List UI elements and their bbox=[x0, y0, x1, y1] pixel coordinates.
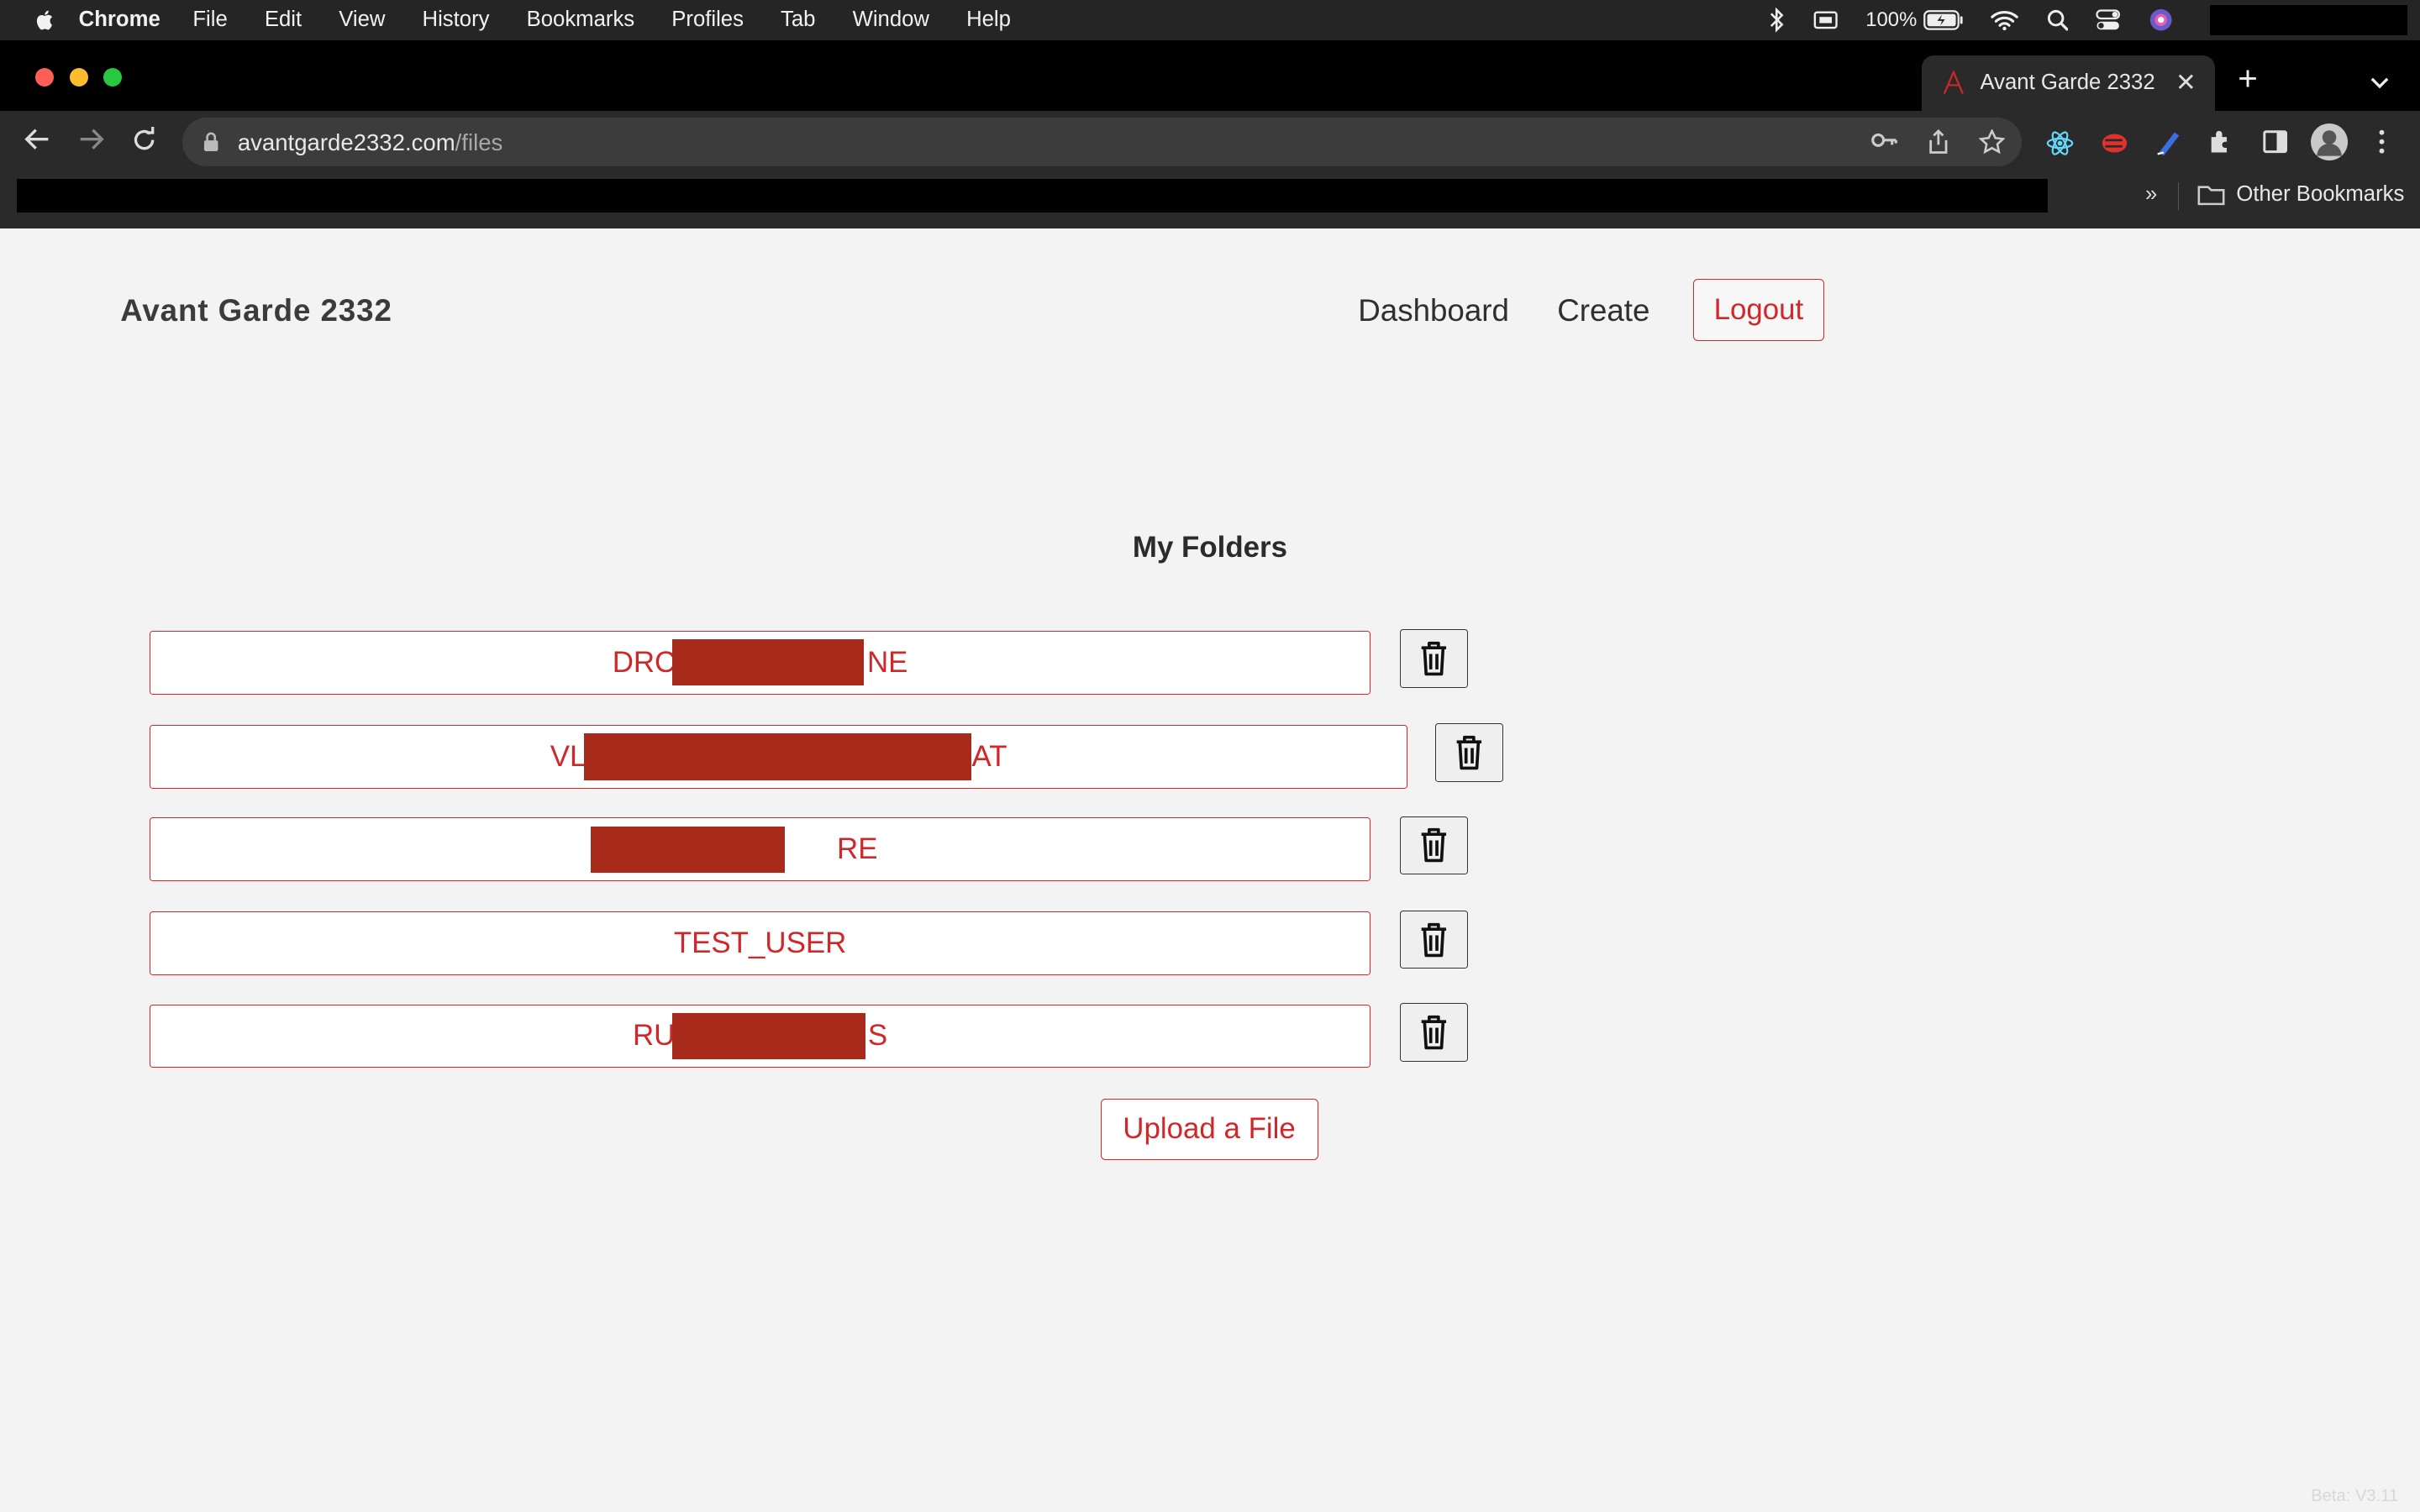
redacted-text bbox=[671, 639, 864, 686]
wifi-icon[interactable] bbox=[1991, 9, 2019, 31]
page-content: Avant Garde 2332 Dashboard Create Logout… bbox=[0, 228, 2420, 1512]
browser-tab-active[interactable]: Avant Garde 2332 ✕ bbox=[1921, 55, 2215, 112]
bookmarks-divider bbox=[2177, 181, 2180, 210]
profile-avatar[interactable] bbox=[2310, 123, 2348, 167]
menu-tab[interactable]: Tab bbox=[781, 8, 815, 32]
folder-label-suffix: S bbox=[867, 1019, 888, 1053]
menu-bookmarks[interactable]: Bookmarks bbox=[527, 8, 635, 32]
redacted-area bbox=[2210, 4, 2408, 36]
folders-heading: My Folders bbox=[1132, 530, 1288, 564]
trash-icon bbox=[1421, 922, 1446, 957]
back-arrow-icon[interactable] bbox=[24, 127, 51, 156]
redacted-text bbox=[671, 1012, 865, 1059]
delete-folder-button[interactable] bbox=[1435, 723, 1503, 783]
folder-label-suffix: RE bbox=[837, 832, 878, 866]
folder-label-suffix: NE bbox=[867, 645, 908, 679]
bookmarks-bar: » Other Bookmarks bbox=[0, 172, 2420, 228]
site-title[interactable]: Avant Garde 2332 bbox=[120, 293, 392, 328]
folder-label-prefix: DRC bbox=[612, 645, 676, 679]
redacted-bookmarks bbox=[17, 179, 2049, 213]
folder-label: TEST_USER bbox=[674, 927, 846, 960]
menu-help[interactable]: Help bbox=[966, 8, 1011, 32]
delete-folder-button[interactable] bbox=[1399, 816, 1468, 875]
nav-link-create[interactable]: Create bbox=[1557, 293, 1649, 328]
menu-app-name[interactable]: Chrome bbox=[79, 8, 160, 32]
side-panel-icon[interactable] bbox=[2262, 129, 2287, 160]
folder-icon bbox=[2197, 184, 2225, 213]
delete-folder-button[interactable] bbox=[1399, 910, 1468, 969]
tab-title: Avant Garde 2332 bbox=[1980, 71, 2155, 95]
password-key-icon[interactable] bbox=[1870, 129, 1898, 157]
spotlight-search-icon[interactable] bbox=[2047, 9, 2069, 31]
apple-icon[interactable] bbox=[33, 8, 57, 32]
trash-icon bbox=[1421, 642, 1446, 676]
redacted-text bbox=[584, 733, 972, 780]
folder-label-prefix: VL bbox=[550, 739, 587, 773]
close-window-button[interactable] bbox=[35, 67, 55, 87]
delete-folder-button[interactable] bbox=[1399, 1002, 1468, 1062]
react-devtools-icon[interactable] bbox=[2046, 129, 2074, 164]
folder-button[interactable]: RE bbox=[150, 817, 1370, 881]
trash-icon bbox=[1421, 1015, 1446, 1049]
logout-button[interactable]: Logout bbox=[1692, 279, 1824, 341]
minimize-window-button[interactable] bbox=[69, 67, 88, 87]
other-bookmarks-button[interactable]: Other Bookmarks bbox=[2236, 182, 2404, 207]
battery-percent: 100% bbox=[1865, 8, 1918, 31]
battery-icon[interactable] bbox=[1923, 10, 1964, 30]
site-favicon-icon bbox=[1943, 70, 1965, 101]
reload-icon[interactable] bbox=[131, 126, 157, 158]
folder-button[interactable]: TEST_USER bbox=[150, 911, 1370, 975]
new-tab-button[interactable]: + bbox=[2238, 61, 2258, 95]
maximize-window-button[interactable] bbox=[103, 67, 123, 87]
menu-file[interactable]: File bbox=[192, 8, 227, 32]
folder-button[interactable]: RU S bbox=[150, 1004, 1370, 1068]
extensions-puzzle-icon[interactable] bbox=[2208, 129, 2233, 160]
tab-close-icon[interactable]: ✕ bbox=[2175, 68, 2196, 97]
tab-search-chevron-icon[interactable] bbox=[2370, 68, 2389, 97]
forward-arrow-icon[interactable] bbox=[77, 127, 105, 156]
browser-window: Avant Garde 2332 ✕ + avantgarde2332.com/… bbox=[0, 39, 2420, 228]
url-path: /files bbox=[455, 129, 503, 156]
url-text: avantgarde2332.com/files bbox=[238, 129, 502, 156]
menu-window[interactable]: Window bbox=[853, 8, 929, 32]
browser-titlebar: Avant Garde 2332 ✕ + bbox=[0, 39, 2420, 112]
trash-icon bbox=[1456, 736, 1482, 770]
folder-button[interactable]: VL AT bbox=[150, 725, 1408, 789]
folder-label-suffix: AT bbox=[971, 739, 1007, 773]
menu-view[interactable]: View bbox=[339, 8, 385, 32]
folder-label-prefix: TEST_USER bbox=[673, 927, 847, 960]
extension-red-icon[interactable] bbox=[2101, 129, 2128, 164]
share-icon[interactable] bbox=[1928, 129, 1949, 160]
bluetooth-icon[interactable] bbox=[1770, 8, 1785, 33]
redacted-text bbox=[590, 826, 786, 873]
browser-toolbar: avantgarde2332.com/files bbox=[0, 111, 2420, 173]
nav-link-dashboard[interactable]: Dashboard bbox=[1358, 293, 1509, 328]
url-domain: avantgarde2332.com bbox=[237, 129, 455, 156]
folder-label-prefix: RU bbox=[632, 1019, 676, 1053]
trash-icon bbox=[1421, 828, 1446, 863]
address-bar[interactable]: avantgarde2332.com/files bbox=[182, 117, 2023, 167]
menu-profiles[interactable]: Profiles bbox=[671, 8, 744, 32]
bookmarks-overflow-button[interactable]: » bbox=[2145, 182, 2157, 207]
version-label: Beta: V3.11 bbox=[2311, 1486, 2399, 1505]
lock-icon[interactable] bbox=[203, 131, 218, 158]
display-icon[interactable] bbox=[1813, 9, 1838, 31]
bookmark-star-icon[interactable] bbox=[1978, 129, 2006, 160]
control-center-icon[interactable] bbox=[2096, 9, 2121, 31]
upload-file-button[interactable]: Upload a File bbox=[1100, 1098, 1318, 1161]
folder-button[interactable]: DRC NE bbox=[150, 631, 1370, 695]
menu-history[interactable]: History bbox=[423, 8, 490, 32]
siri-icon[interactable] bbox=[2149, 8, 2173, 32]
menu-edit[interactable]: Edit bbox=[265, 8, 302, 32]
extension-pen-icon[interactable] bbox=[2154, 129, 2182, 164]
delete-folder-button[interactable] bbox=[1399, 629, 1468, 689]
macos-menu-bar: Chrome File Edit View History Bookmarks … bbox=[0, 0, 2420, 40]
chrome-menu-icon[interactable] bbox=[2377, 129, 2386, 160]
